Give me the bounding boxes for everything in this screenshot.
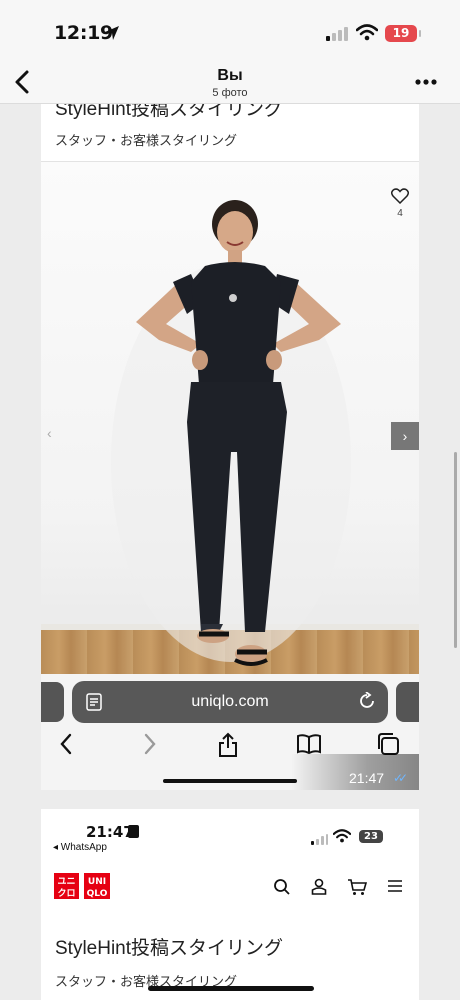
page-subtitle: スタッフ・お客様スタイリング [55,133,238,148]
search-icon[interactable] [273,878,291,901]
like-count: 4 [397,208,403,219]
address-url: uniqlo.com [191,693,269,710]
back-to-app-link[interactable]: ◂ WhatsApp [53,842,107,853]
browser-forward-icon[interactable] [139,732,159,761]
cellular-signal-icon [311,832,328,850]
scroll-indicator[interactable] [454,452,457,648]
home-indicator [148,986,314,991]
wifi-icon [332,829,352,848]
contact-card-icon [128,825,139,838]
svg-text:ユニ: ユニ [57,877,75,887]
more-dots-icon[interactable] [412,73,440,91]
hamburger-menu-icon[interactable] [387,878,403,899]
wifi-icon [355,24,379,46]
reload-icon[interactable] [358,691,376,715]
screenshot-card-1[interactable]: StyleHint投稿スタイリング スタッフ・お客様スタイリング 4 ‹ › u… [41,104,419,790]
page-title-2: StyleHint投稿スタイリング [55,938,284,959]
browser-tab-right[interactable] [396,682,419,722]
cart-icon[interactable] [347,878,368,901]
home-bar [163,779,297,783]
account-icon[interactable] [311,878,327,901]
photo-prev-button[interactable]: ‹ [47,425,52,441]
photo-next-button[interactable]: › [391,422,419,450]
status-time-2: 21:47 [86,823,134,841]
styling-photo[interactable]: 4 ‹ › [41,162,419,674]
heart-icon[interactable] [389,188,411,209]
svg-text:クロ: クロ [57,888,75,899]
svg-text:UNI: UNI [88,877,106,887]
read-ticks: ✓✓ [393,771,408,785]
nav-bar: Вы 5 фото [0,60,460,104]
browser-back-icon[interactable] [57,732,77,761]
location-arrow-icon [104,25,120,46]
cellular-signal-icon [326,27,348,46]
page-title: StyleHint投稿スタイリング [55,104,284,120]
message-time: 21:47 [349,770,385,786]
browser-tab-left[interactable] [41,682,64,722]
svg-text:QLO: QLO [87,889,108,899]
share-icon[interactable] [217,732,239,763]
battery-icon: 23 [359,830,383,843]
uniqlo-logo[interactable]: ユニ クロ UNI QLO [54,873,110,899]
screenshot-card-2[interactable]: 21:47 ◂ WhatsApp 23 ユニ クロ UNI QLO StyleH… [41,809,419,1000]
browser-toolbar: uniqlo.com 21:47 ✓✓ [41,674,419,790]
person-figure [111,200,351,666]
battery-icon: 19 [385,25,421,42]
nav-title: Вы [217,67,243,84]
address-bar[interactable]: uniqlo.com [72,681,388,723]
status-bar: 12:19 19 [0,0,460,60]
nav-subtitle: 5 фото [212,87,248,99]
